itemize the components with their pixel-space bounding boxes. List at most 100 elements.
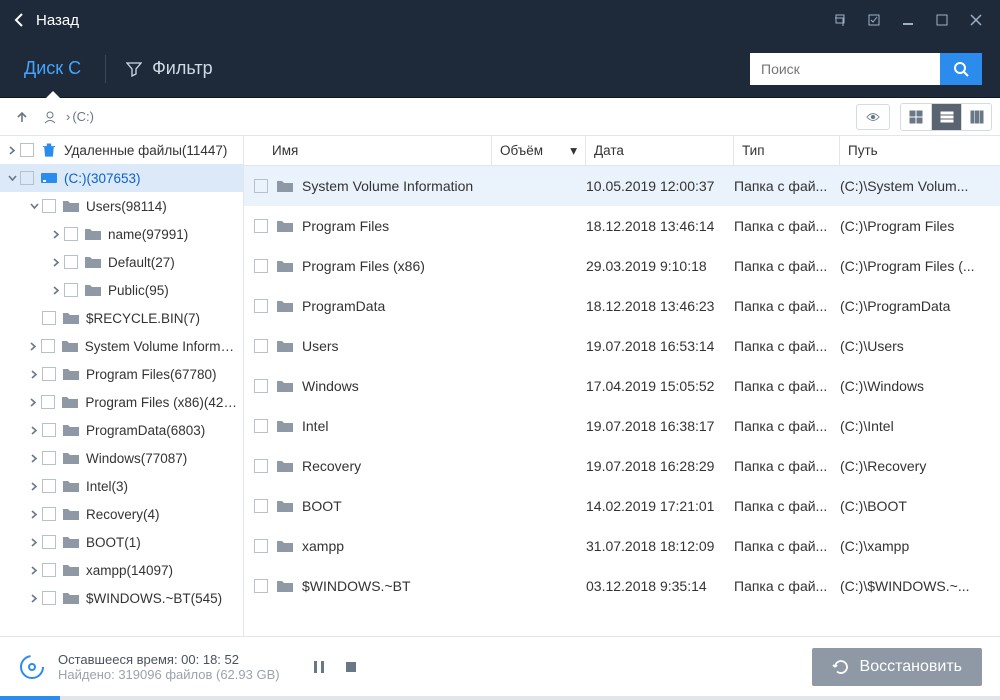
tree-checkbox[interactable]: [42, 479, 56, 493]
tree-twisty[interactable]: [26, 482, 42, 491]
tree-twisty[interactable]: [26, 594, 42, 603]
search-button[interactable]: [940, 53, 982, 85]
file-row[interactable]: System Volume Information10.05.2019 12:0…: [244, 166, 1000, 206]
window-restore-button[interactable]: [858, 6, 890, 34]
tree-twisty[interactable]: [26, 538, 42, 547]
search-input[interactable]: [750, 53, 940, 85]
tree-node[interactable]: BOOT(1): [0, 528, 243, 556]
view-columns-button[interactable]: [961, 104, 991, 130]
nav-up-button[interactable]: [8, 103, 36, 131]
row-checkbox[interactable]: [254, 459, 268, 473]
tree-node[interactable]: Program Files (x86)(4297): [0, 388, 243, 416]
tree-node[interactable]: Удаленные файлы(11447): [0, 136, 243, 164]
row-checkbox[interactable]: [254, 419, 268, 433]
file-row[interactable]: Users19.07.2018 16:53:14Папка с фай...(C…: [244, 326, 1000, 366]
file-rows[interactable]: System Volume Information10.05.2019 12:0…: [244, 166, 1000, 636]
tree-twisty[interactable]: [26, 454, 42, 463]
tree-node[interactable]: Public(95): [0, 276, 243, 304]
file-row[interactable]: Program Files18.12.2018 13:46:14Папка с …: [244, 206, 1000, 246]
column-name[interactable]: Имя: [244, 136, 492, 165]
column-type[interactable]: Тип: [734, 136, 840, 165]
stop-button[interactable]: [342, 658, 360, 676]
tree-checkbox[interactable]: [42, 451, 56, 465]
tree-node[interactable]: $WINDOWS.~BT(545): [0, 584, 243, 612]
tree-checkbox[interactable]: [64, 283, 78, 297]
tree-twisty[interactable]: [48, 230, 64, 239]
tree-node[interactable]: Program Files(67780): [0, 360, 243, 388]
tree-node[interactable]: (C:)(307653): [0, 164, 243, 192]
tree-node[interactable]: $RECYCLE.BIN(7): [0, 304, 243, 332]
tree-node[interactable]: Intel(3): [0, 472, 243, 500]
tree-node[interactable]: System Volume Information: [0, 332, 243, 360]
breadcrumb-path[interactable]: (C:): [72, 109, 94, 124]
tree-checkbox[interactable]: [42, 199, 56, 213]
row-checkbox[interactable]: [254, 299, 268, 313]
tree-twisty[interactable]: [26, 566, 42, 575]
filter-button[interactable]: Фильтр: [106, 58, 232, 79]
pause-button[interactable]: [310, 658, 328, 676]
tree-checkbox[interactable]: [41, 395, 55, 409]
file-row[interactable]: BOOT14.02.2019 17:21:01Папка с фай...(C:…: [244, 486, 1000, 526]
file-row[interactable]: Windows17.04.2019 15:05:52Папка с фай...…: [244, 366, 1000, 406]
tree-checkbox[interactable]: [42, 563, 56, 577]
tree-checkbox[interactable]: [42, 423, 56, 437]
tree-twisty[interactable]: [26, 342, 41, 351]
tree-twisty[interactable]: [26, 370, 42, 379]
tree-node[interactable]: Windows(77087): [0, 444, 243, 472]
tree-twisty[interactable]: [26, 202, 42, 211]
tree-node[interactable]: xampp(14097): [0, 556, 243, 584]
tree-node[interactable]: Default(27): [0, 248, 243, 276]
tree-node[interactable]: name(97991): [0, 220, 243, 248]
column-date[interactable]: Дата: [586, 136, 734, 165]
file-row[interactable]: $WINDOWS.~BT03.12.2018 9:35:14Папка с фа…: [244, 566, 1000, 606]
row-checkbox[interactable]: [254, 339, 268, 353]
window-maximize-button[interactable]: [926, 6, 958, 34]
column-path[interactable]: Путь: [840, 136, 1000, 165]
user-menu-button[interactable]: [36, 103, 64, 131]
window-minimize-button[interactable]: [892, 6, 924, 34]
file-row[interactable]: Intel19.07.2018 16:38:17Папка с фай...(C…: [244, 406, 1000, 446]
back-button[interactable]: Назад: [14, 12, 79, 29]
sidebar-tree[interactable]: Удаленные файлы(11447)(C:)(307653)Users(…: [0, 136, 244, 636]
view-preview-button[interactable]: [856, 104, 890, 130]
file-row[interactable]: Program Files (x86)29.03.2019 9:10:18Пап…: [244, 246, 1000, 286]
row-checkbox[interactable]: [254, 259, 268, 273]
tree-node[interactable]: Users(98114): [0, 192, 243, 220]
tab-disk-c[interactable]: Диск C: [0, 40, 105, 98]
restore-button[interactable]: Восстановить: [812, 648, 982, 686]
tree-checkbox[interactable]: [41, 339, 55, 353]
tree-twisty[interactable]: [48, 258, 64, 267]
tree-twisty[interactable]: [4, 146, 20, 155]
cell-date: 10.05.2019 12:00:37: [586, 178, 734, 194]
tree-checkbox[interactable]: [42, 591, 56, 605]
window-swap-button[interactable]: [824, 6, 856, 34]
row-checkbox[interactable]: [254, 379, 268, 393]
view-list-button[interactable]: [931, 104, 961, 130]
tree-checkbox[interactable]: [42, 507, 56, 521]
tree-checkbox[interactable]: [42, 311, 56, 325]
tree-checkbox[interactable]: [20, 143, 34, 157]
tree-twisty[interactable]: [4, 174, 20, 183]
tree-checkbox[interactable]: [42, 535, 56, 549]
tree-node[interactable]: Recovery(4): [0, 500, 243, 528]
tree-twisty[interactable]: [26, 426, 42, 435]
row-checkbox[interactable]: [254, 499, 268, 513]
tree-twisty[interactable]: [48, 286, 64, 295]
tree-checkbox[interactable]: [64, 227, 78, 241]
tree-twisty[interactable]: [26, 510, 42, 519]
view-grid-button[interactable]: [901, 104, 931, 130]
column-size[interactable]: Объём▾: [492, 136, 586, 165]
tree-twisty[interactable]: [26, 398, 41, 407]
row-checkbox[interactable]: [254, 539, 268, 553]
file-row[interactable]: xampp31.07.2018 18:12:09Папка с фай...(C…: [244, 526, 1000, 566]
file-row[interactable]: Recovery19.07.2018 16:28:29Папка с фай..…: [244, 446, 1000, 486]
tree-checkbox[interactable]: [64, 255, 78, 269]
tree-node[interactable]: ProgramData(6803): [0, 416, 243, 444]
tree-checkbox[interactable]: [42, 367, 56, 381]
row-checkbox[interactable]: [254, 219, 268, 233]
row-checkbox[interactable]: [254, 579, 268, 593]
tree-checkbox[interactable]: [20, 171, 34, 185]
window-close-button[interactable]: [960, 6, 992, 34]
row-checkbox[interactable]: [254, 179, 268, 193]
file-row[interactable]: ProgramData18.12.2018 13:46:23Папка с фа…: [244, 286, 1000, 326]
